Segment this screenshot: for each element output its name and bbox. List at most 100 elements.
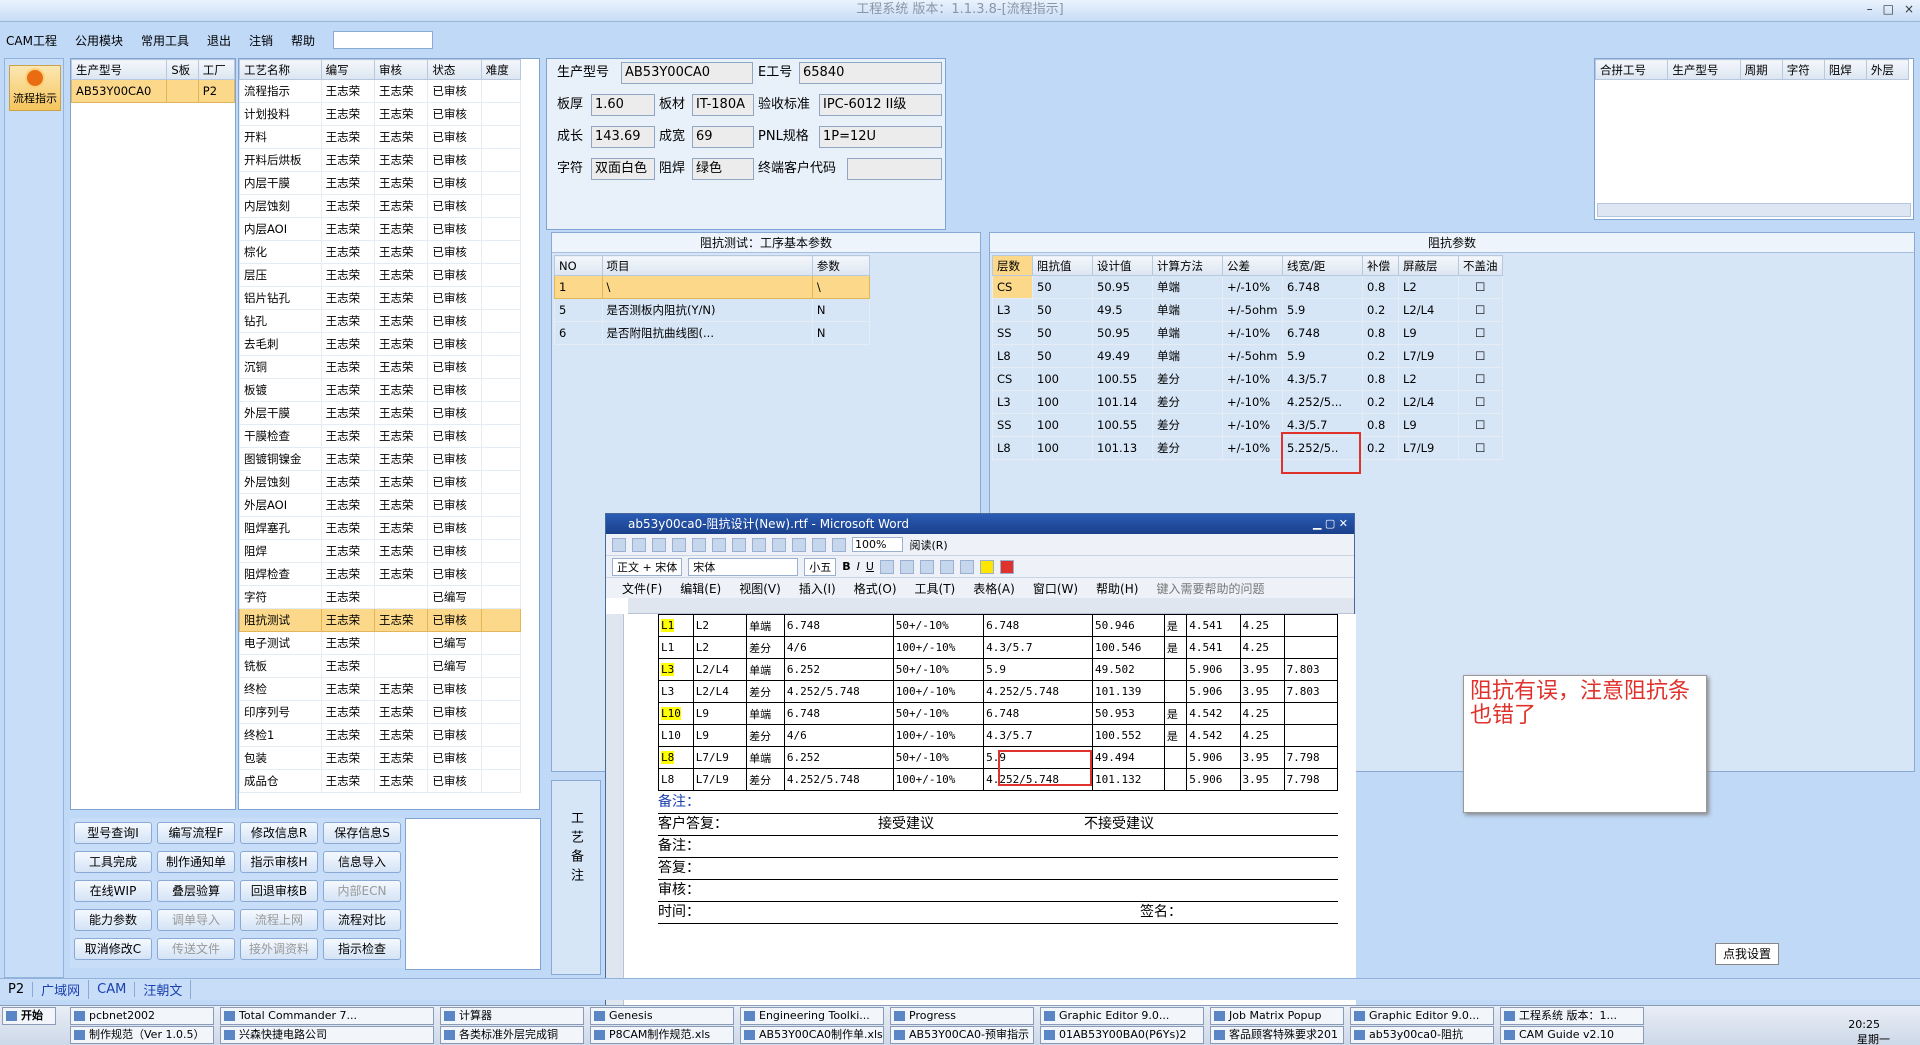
taskbar-item[interactable]: 计算器	[440, 1007, 584, 1025]
table-row[interactable]: L8 100 101.13 差分 +/-10% 5.252/5.. 0.2 L7/L9 ☐	[992, 436, 1503, 460]
size-select[interactable]: 小五	[804, 557, 837, 576]
action-button[interactable]: 在线WIP	[74, 880, 152, 902]
menu-tools[interactable]: 常用工具	[141, 32, 189, 49]
action-button[interactable]: 型号查询I	[74, 822, 152, 844]
action-button[interactable]: 信息导入	[323, 851, 401, 873]
taskbar-item[interactable]: P8CAM制作规范.xls	[590, 1026, 734, 1044]
action-button[interactable]: 取消修改C	[74, 938, 152, 960]
table-row[interactable]: 铣板 王志荣 已编写	[239, 654, 522, 678]
table-row[interactable]: 钻孔 王志荣 王志荣 已审核	[239, 309, 522, 333]
menu-exit[interactable]: 退出	[207, 32, 231, 49]
table-row[interactable]: 终检1 王志荣 王志荣 已审核	[239, 723, 522, 747]
col-merge-prod[interactable]: 生产型号	[1667, 59, 1741, 80]
no-mask-checkbox[interactable]: ☐	[1458, 275, 1503, 299]
table-row[interactable]: 电子测试 王志荣 已编写	[239, 631, 522, 655]
word-window-controls[interactable]: ▁ ▢ ✕	[1313, 514, 1348, 534]
table-row[interactable]: CS 100 100.55 差分 +/-10% 4.3/5.7 0.8 L2 ☐	[992, 367, 1503, 391]
mask-field[interactable]: 绿色	[692, 158, 754, 180]
no-mask-checkbox[interactable]: ☐	[1458, 367, 1503, 391]
col-reviewer[interactable]: 审核	[373, 59, 429, 80]
merge-scrollbar[interactable]	[1597, 203, 1911, 217]
taskbar-item[interactable]: CAM Guide v2.10	[1500, 1026, 1644, 1044]
action-button[interactable]: 能力参数	[74, 909, 152, 931]
col-prod[interactable]: 生产型号	[70, 59, 168, 80]
zoom-select[interactable]: 100%	[852, 537, 904, 552]
word-menu-insert[interactable]: 插入(I)	[799, 580, 836, 597]
font-color-icon[interactable]	[999, 559, 1014, 574]
bold-icon[interactable]: B	[842, 560, 850, 573]
action-button[interactable]: 内部ECN	[323, 880, 401, 902]
action-button[interactable]: 制作通知单	[157, 851, 235, 873]
menu-public[interactable]: 公用模块	[75, 32, 123, 49]
settings-tip[interactable]: 点我设置	[1715, 943, 1779, 965]
preview-icon[interactable]	[692, 537, 706, 552]
word-menu-format[interactable]: 格式(O)	[854, 580, 897, 597]
action-button[interactable]: 指示审核H	[240, 851, 318, 873]
table-row[interactable]: 铝片钻孔 王志荣 王志荣 已审核	[239, 286, 522, 310]
table-row[interactable]: 终检 王志荣 王志荣 已审核	[239, 677, 522, 701]
pnl-field[interactable]: 1P=12U	[819, 126, 942, 148]
align-right-icon[interactable]	[919, 559, 934, 574]
imp-col[interactable]: 层数	[992, 255, 1033, 276]
action-button[interactable]: 编写流程F	[157, 822, 235, 844]
menu-help[interactable]: 帮助	[291, 32, 315, 49]
table-row[interactable]: 1 \ \	[554, 275, 871, 299]
columns-icon[interactable]	[832, 537, 846, 552]
taskbar-item[interactable]: 兴森快捷电路公司	[220, 1026, 434, 1044]
action-button[interactable]: 接外调资料	[240, 938, 318, 960]
col-no[interactable]: NO	[554, 255, 603, 276]
align-left-icon[interactable]	[879, 559, 894, 574]
len-field[interactable]: 143.69	[591, 126, 655, 148]
taskbar-item[interactable]: Job Matrix Popup	[1210, 1007, 1344, 1025]
table-row[interactable]: 外层蚀刻 王志荣 王志荣 已审核	[239, 470, 522, 494]
print-icon[interactable]	[672, 537, 686, 552]
taskbar-item[interactable]: AB53Y00CA0制作单.xls	[740, 1026, 884, 1044]
taskbar-item[interactable]: Total Commander 7...	[220, 1007, 434, 1025]
copy-icon[interactable]	[732, 537, 746, 552]
table-row[interactable]: 阻焊 王志荣 王志荣 已审核	[239, 539, 522, 563]
imp-col[interactable]: 线宽/距	[1282, 255, 1363, 276]
menu-logout[interactable]: 注销	[249, 32, 273, 49]
col-s[interactable]: S板	[166, 59, 199, 80]
action-button[interactable]: 回退审核B	[240, 880, 318, 902]
notes-box[interactable]	[405, 818, 541, 970]
taskbar-item[interactable]: 制作规范（Ver 1.0.5）	[70, 1026, 214, 1044]
justify-icon[interactable]	[939, 559, 954, 574]
no-mask-checkbox[interactable]: ☐	[1458, 321, 1503, 345]
table-row[interactable]: 5 是否测板内阻抗(Y/N) N	[554, 298, 871, 322]
font-select[interactable]: 宋体	[688, 557, 799, 576]
table-row[interactable]: 流程指示 王志荣 王志荣 已审核	[239, 79, 522, 103]
list-icon[interactable]	[959, 559, 974, 574]
mat-field[interactable]: IT-180A	[692, 94, 754, 116]
word-menu-tools[interactable]: 工具(T)	[915, 580, 956, 597]
table-row[interactable]: 去毛刺 王志荣 王志荣 已审核	[239, 332, 522, 356]
maximize-button[interactable]: □	[1883, 2, 1894, 16]
std-field[interactable]: IPC-6012 II级	[819, 94, 942, 116]
table-row[interactable]: 字符 王志荣 已编写	[239, 585, 522, 609]
action-button[interactable]: 传送文件	[157, 938, 235, 960]
style-select[interactable]: 正文 + 宋体	[612, 557, 683, 576]
table-row[interactable]: 阻焊检查 王志荣 王志荣 已审核	[239, 562, 522, 586]
menu-combo[interactable]	[333, 31, 434, 49]
word-menu-file[interactable]: 文件(F)	[622, 580, 662, 597]
action-button[interactable]: 指示检查	[323, 938, 401, 960]
table-row[interactable]: 印序列号 王志荣 王志荣 已审核	[239, 700, 522, 724]
col-merge-cycle[interactable]: 周期	[1739, 59, 1783, 80]
cust-field[interactable]	[847, 158, 942, 180]
nav-flow-button[interactable]: 流程指示	[9, 65, 61, 111]
taskbar-item[interactable]: Engineering Toolki...	[740, 1007, 884, 1025]
action-button[interactable]: 调单导入	[157, 909, 235, 931]
action-button[interactable]: 工具完成	[74, 851, 152, 873]
menu-cam[interactable]: CAM工程	[6, 32, 57, 49]
imp-col[interactable]: 不盖油	[1458, 255, 1503, 276]
table-row[interactable]: 开料 王志荣 王志荣 已审核	[239, 125, 522, 149]
taskbar-item[interactable]: pcbnet2002	[70, 1007, 214, 1025]
redo-icon[interactable]	[792, 537, 806, 552]
imp-col[interactable]: 计算方法	[1152, 255, 1223, 276]
table-row[interactable]: 6 是否附阻抗曲线图(... N	[554, 321, 871, 345]
action-button[interactable]: 修改信息R	[240, 822, 318, 844]
open-icon[interactable]	[632, 537, 646, 552]
taskbar-item[interactable]: 各类标准外层完成铜	[440, 1026, 584, 1044]
col-merge-char[interactable]: 字符	[1781, 59, 1825, 80]
table-row[interactable]: SS 50 50.95 单端 +/-10% 6.748 0.8 L9 ☐	[992, 321, 1503, 345]
